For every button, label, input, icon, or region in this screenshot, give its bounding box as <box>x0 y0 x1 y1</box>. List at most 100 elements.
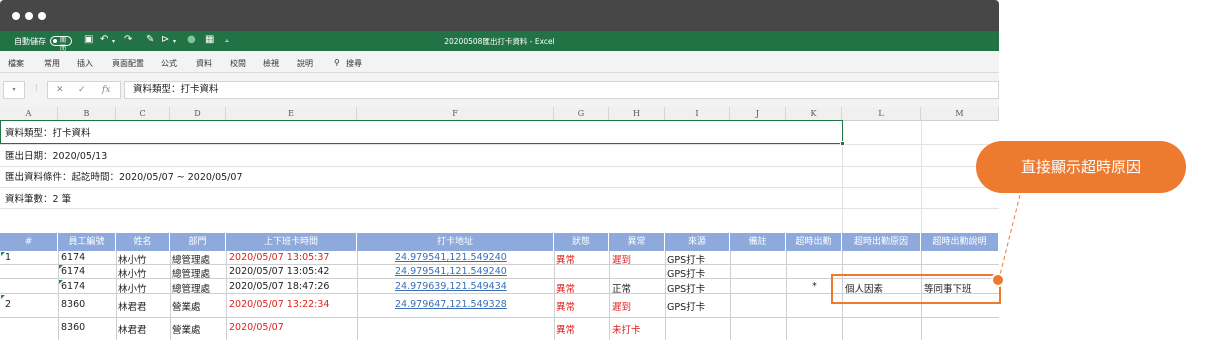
zoom-dot[interactable] <box>38 12 46 20</box>
cell-clock-time[interactable]: 2020/05/07 18:47:26 <box>229 281 329 292</box>
gridline <box>0 187 999 188</box>
column-header-c[interactable]: C <box>116 107 170 121</box>
column-divider <box>170 251 171 340</box>
cell-department[interactable]: 總管理處 <box>172 266 210 280</box>
cell-address-link[interactable]: 24.979541,121.549240 <box>395 266 507 277</box>
fill-handle[interactable] <box>840 141 845 146</box>
column-divider <box>786 251 787 340</box>
search-icon[interactable]: ⚲ <box>334 58 340 67</box>
gridline <box>0 144 999 145</box>
cell-exception[interactable]: 遲到 <box>612 299 631 313</box>
column-header-g[interactable]: G <box>554 107 609 121</box>
cell-status[interactable]: 異常 <box>556 281 575 295</box>
tab-home[interactable]: 常用 <box>44 58 60 69</box>
table-header-cell: 姓名 <box>116 233 170 251</box>
cell-index[interactable]: 1 <box>5 252 11 263</box>
cell-source[interactable]: GPS打卡 <box>667 281 705 295</box>
callout-connector <box>998 194 1021 280</box>
cell-name[interactable]: 林小竹 <box>118 252 147 266</box>
selected-range[interactable] <box>0 120 843 144</box>
cell-status[interactable]: 異常 <box>556 299 575 313</box>
table-header-cell: 員工編號 <box>58 233 116 251</box>
gridline <box>921 121 922 233</box>
column-divider <box>357 251 358 340</box>
cell-name[interactable]: 林小竹 <box>118 281 147 295</box>
tab-review[interactable]: 校閱 <box>230 58 246 69</box>
cell-employee-id[interactable]: 8360 <box>61 299 85 310</box>
table-header-cell: # <box>0 233 58 251</box>
tab-formulas[interactable]: 公式 <box>161 58 177 69</box>
column-header-f[interactable]: F <box>357 107 554 121</box>
cell-exception[interactable]: 正常 <box>612 281 631 295</box>
cell-address-link[interactable]: 24.979541,121.549240 <box>395 252 507 263</box>
tab-page-layout[interactable]: 頁面配置 <box>112 58 144 69</box>
tab-view[interactable]: 檢視 <box>263 58 279 69</box>
cell-name[interactable]: 林君君 <box>118 299 147 313</box>
column-divider <box>226 251 227 340</box>
window-chrome <box>0 0 999 31</box>
cell-clock-time[interactable]: 2020/05/07 13:22:34 <box>229 299 329 310</box>
cell-department[interactable]: 營業處 <box>172 299 201 313</box>
tab-help[interactable]: 說明 <box>297 58 313 69</box>
cell-status[interactable]: 異常 <box>556 252 575 266</box>
column-header-h[interactable]: H <box>609 107 665 121</box>
cell-clock-time[interactable]: 2020/05/07 <box>229 322 284 333</box>
table-header-cell: 異常 <box>609 233 665 251</box>
cell-clock-time[interactable]: 2020/05/07 13:05:37 <box>229 252 329 263</box>
cell-employee-id[interactable]: 6174 <box>61 252 85 263</box>
cell-employee-id[interactable]: 6174 <box>61 266 85 277</box>
cell-exception[interactable]: 遲到 <box>612 252 631 266</box>
cell-status[interactable]: 異常 <box>556 322 575 336</box>
table-header-cell: 備註 <box>730 233 786 251</box>
cell-employee-id[interactable]: 8360 <box>61 322 85 333</box>
column-header-a[interactable]: A <box>0 107 58 121</box>
tab-file[interactable]: 檔案 <box>8 58 24 69</box>
name-box[interactable]: ▾ <box>3 81 25 99</box>
tab-insert[interactable]: 插入 <box>77 58 93 69</box>
close-dot[interactable] <box>12 12 20 20</box>
formula-input[interactable]: 資料類型：打卡資料 <box>124 81 999 99</box>
function-icon[interactable]: fx <box>102 85 110 95</box>
cell-department[interactable]: 營業處 <box>172 322 201 336</box>
cell-exception[interactable]: 未打卡 <box>612 322 641 336</box>
cell-index[interactable]: 2 <box>5 299 11 310</box>
column-header-e[interactable]: E <box>226 107 357 121</box>
title-bar: 自動儲存 關閉 ▣ ↶ ▾ ↷ ✎ ⊳ ▾ ● ▦ ⩡ 20200508匯出打卡… <box>0 31 999 52</box>
column-divider <box>116 251 117 340</box>
callout-anchor-dot <box>991 273 1005 287</box>
window-title: 20200508匯出打卡資料 - Excel <box>444 37 555 46</box>
info-record-count: 資料筆數：2 筆 <box>5 194 72 205</box>
table-header-cell: 上下班卡時間 <box>226 233 357 251</box>
cancel-icon[interactable]: ✕ <box>56 85 64 95</box>
column-header-l[interactable]: L <box>842 107 921 121</box>
cell-source[interactable]: GPS打卡 <box>667 252 705 266</box>
cell-clock-time[interactable]: 2020/05/07 13:05:42 <box>229 266 329 277</box>
cell-overtime-flag[interactable]: * <box>812 281 817 292</box>
cell-department[interactable]: 總管理處 <box>172 252 210 266</box>
table-row <box>0 318 999 340</box>
cell-address-link[interactable]: 24.979647,121.549328 <box>395 299 507 310</box>
table-header-cell: 狀態 <box>554 233 609 251</box>
table-header-cell: 超時出勤 <box>786 233 842 251</box>
cell-source[interactable]: GPS打卡 <box>667 299 705 313</box>
cell-source[interactable]: GPS打卡 <box>667 266 705 280</box>
column-header-d[interactable]: D <box>170 107 226 121</box>
cell-department[interactable]: 總管理處 <box>172 281 210 295</box>
cell-address-link[interactable]: 24.979639,121.549434 <box>395 281 507 292</box>
column-header-m[interactable]: M <box>921 107 999 121</box>
formula-controls: ✕ ✓ fx <box>47 81 121 99</box>
ribbon-tabs: 檔案 常用 插入 頁面配置 公式 資料 校閱 檢視 說明 ⚲ 搜尋 <box>0 51 999 73</box>
cell-name[interactable]: 林小竹 <box>118 266 147 280</box>
more-icon: ⋮ <box>33 84 40 92</box>
column-header-k[interactable]: K <box>786 107 842 121</box>
overtime-highlight-box <box>831 274 1001 304</box>
tab-data[interactable]: 資料 <box>196 58 212 69</box>
tab-search[interactable]: 搜尋 <box>346 58 362 69</box>
cell-name[interactable]: 林君君 <box>118 322 147 336</box>
column-header-b[interactable]: B <box>58 107 116 121</box>
column-header-i[interactable]: I <box>665 107 730 121</box>
enter-icon[interactable]: ✓ <box>78 85 86 95</box>
cell-employee-id[interactable]: 6174 <box>61 281 85 292</box>
minimize-dot[interactable] <box>25 12 33 20</box>
column-header-j[interactable]: J <box>730 107 786 121</box>
